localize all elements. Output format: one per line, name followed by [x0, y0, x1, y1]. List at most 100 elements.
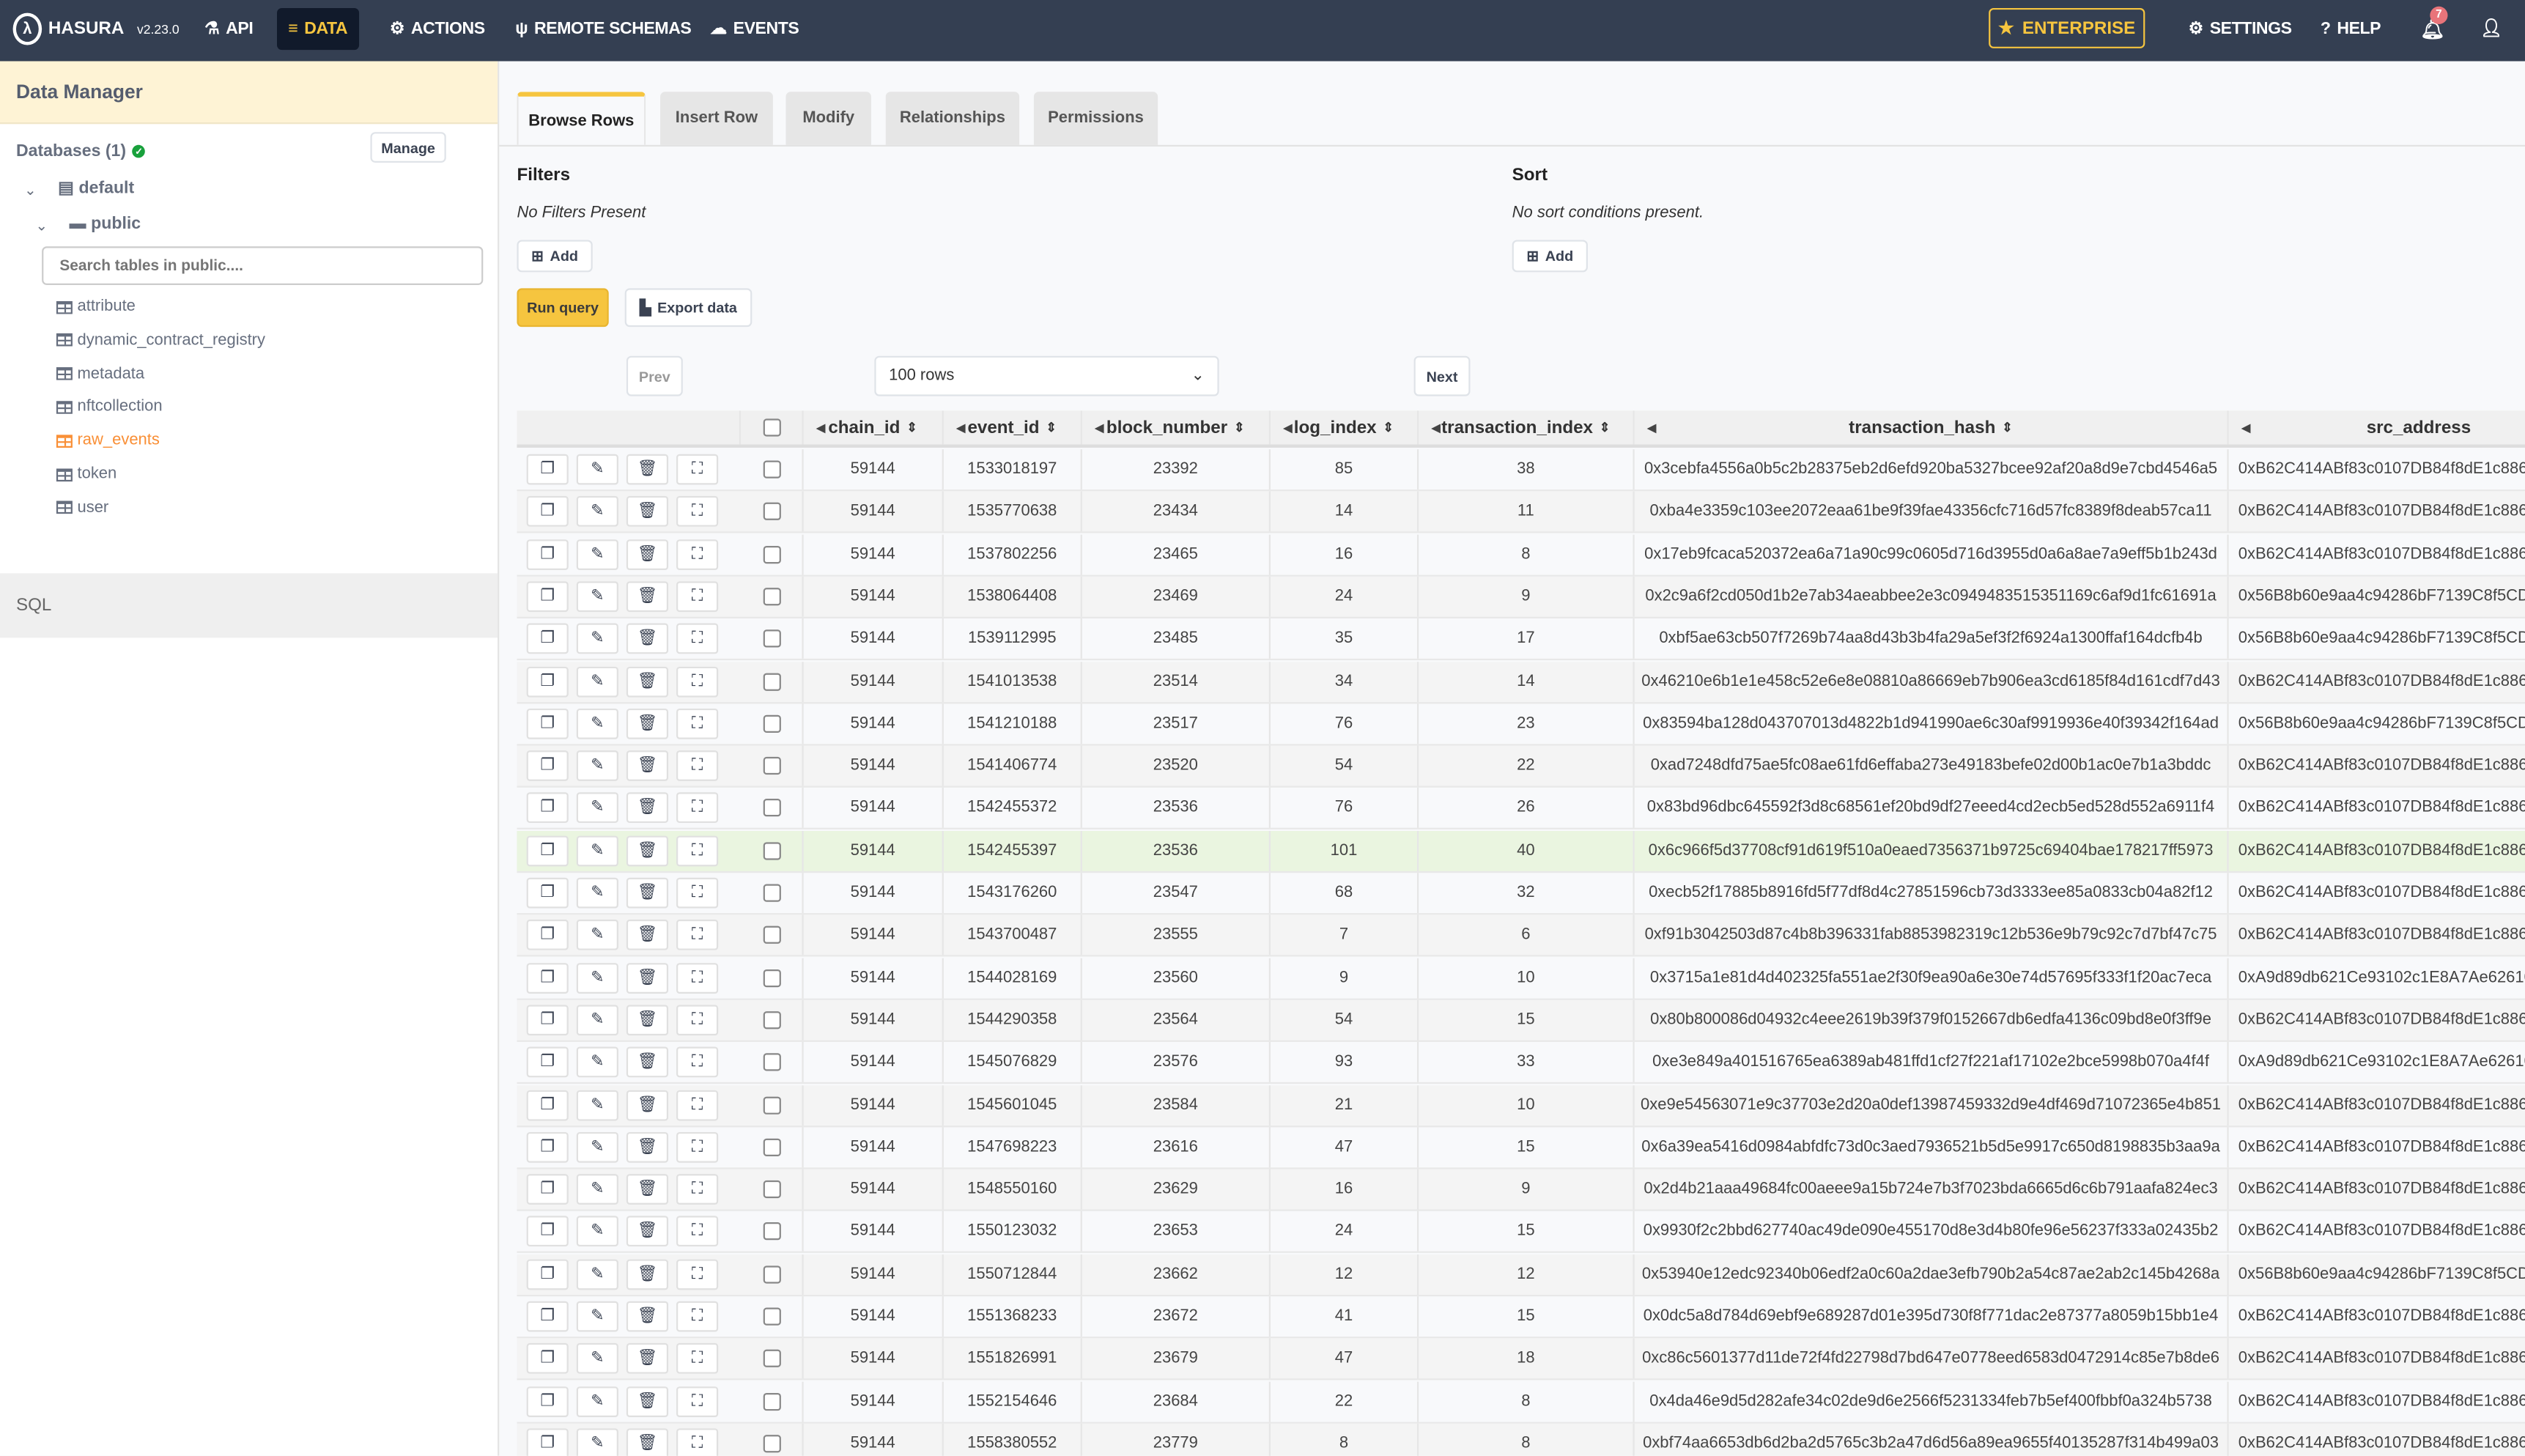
cell-event-id[interactable]: 1551826991 [944, 1338, 1082, 1379]
delete-row-icon[interactable]: 🗑︎ [626, 1005, 669, 1035]
cell-event-id[interactable]: 1541406774 [944, 745, 1082, 786]
cell-block-number[interactable]: 23517 [1082, 703, 1271, 744]
cell-event-id[interactable]: 1545601045 [944, 1084, 1082, 1126]
cell-block-number[interactable]: 23520 [1082, 745, 1271, 786]
clone-row-icon[interactable]: ❐ [526, 1343, 569, 1375]
nav-remote-schemas[interactable]: ψ REMOTE SCHEMAS [504, 8, 703, 50]
edit-row-icon[interactable]: ✎ [576, 962, 618, 994]
row-checkbox[interactable] [762, 1138, 780, 1156]
cell-transaction-hash[interactable]: 0x6c966f5d37708cf91d619f510a0eaed7356371… [1635, 830, 2229, 871]
cell-src-address[interactable]: 0xB62C414ABf83c0107DB84f8dE1c8863 [2229, 1000, 2525, 1041]
cell-log-index[interactable]: 14 [1271, 491, 1419, 532]
cell-block-number[interactable]: 23616 [1082, 1126, 1271, 1167]
delete-row-icon[interactable]: 🗑︎ [626, 581, 669, 612]
cell-block-number[interactable]: 23653 [1082, 1211, 1271, 1252]
edit-row-icon[interactable]: ✎ [576, 496, 618, 528]
cell-transaction-hash[interactable]: 0x3715a1e81d4d402325fa551ae2f30f9ea90a6e… [1635, 957, 2229, 998]
cell-transaction-index[interactable]: 23 [1419, 703, 1635, 744]
cell-transaction-index[interactable]: 6 [1419, 914, 1635, 956]
nav-data[interactable]: ≡ DATA [277, 7, 359, 51]
table-row[interactable]: ❐ ✎ 🗑︎ ⛶ 59144 1542455372 23536 76 26 0x83bd96dbc… [517, 788, 2525, 830]
table-row[interactable]: ❐ ✎ 🗑︎ ⛶ 59144 1544290358 23564 54 15 0x80b800086… [517, 999, 2525, 1042]
table-row[interactable]: ❐ ✎ 🗑︎ ⛶ 59144 1545076829 23576 93 33 0xe3e849a40… [517, 1042, 2525, 1084]
collapse-column-icon[interactable]: ◀ [1432, 421, 1441, 434]
table-row[interactable]: ❐ ✎ 🗑︎ ⛶ 59144 1550712844 23662 12 12 0x53940e12e… [517, 1254, 2525, 1296]
cell-block-number[interactable]: 23779 [1082, 1423, 1271, 1456]
column-header-event-id[interactable]: ◀ event_id ⇕ [944, 410, 1082, 445]
cell-transaction-index[interactable]: 40 [1419, 830, 1635, 871]
cell-chain-id[interactable]: 59144 [804, 830, 944, 871]
cell-src-address[interactable]: 0xB62C414ABf83c0107DB84f8dE1c8863 [2229, 1127, 2525, 1167]
cell-event-id[interactable]: 1550712844 [944, 1254, 1082, 1295]
expand-row-icon[interactable]: ⛶ [676, 1174, 719, 1205]
cell-log-index[interactable]: 101 [1271, 830, 1419, 871]
cell-transaction-hash[interactable]: 0x83594ba128d043707013d4822b1d941990ae6c… [1635, 703, 2229, 744]
row-checkbox[interactable] [762, 1180, 780, 1199]
table-row[interactable]: ❐ ✎ 🗑︎ ⛶ 59144 1541406774 23520 54 22 0xad7248dfd… [517, 745, 2525, 788]
cell-log-index[interactable]: 16 [1271, 533, 1419, 574]
delete-row-icon[interactable]: 🗑︎ [626, 665, 669, 697]
cell-block-number[interactable]: 23465 [1082, 533, 1271, 574]
cell-event-id[interactable]: 1544290358 [944, 999, 1082, 1041]
delete-row-icon[interactable]: 🗑︎ [626, 920, 669, 951]
expand-row-icon[interactable]: ⛶ [676, 708, 719, 739]
edit-row-icon[interactable]: ✎ [576, 1089, 618, 1120]
edit-row-icon[interactable]: ✎ [576, 1428, 618, 1456]
expand-row-icon[interactable]: ⛶ [676, 750, 719, 782]
cell-block-number[interactable]: 23536 [1082, 830, 1271, 871]
cell-transaction-hash[interactable]: 0x2d4b21aaa49684fc00aeee9a15b724e7b3f702… [1635, 1169, 2229, 1210]
column-header-src-address[interactable]: ◀ src_address [2229, 410, 2525, 444]
collapse-column-icon[interactable]: ◀ [2241, 421, 2250, 434]
clone-row-icon[interactable]: ❐ [526, 1386, 569, 1417]
row-select[interactable] [741, 703, 804, 744]
cell-log-index[interactable]: 24 [1271, 1211, 1419, 1252]
edit-row-icon[interactable]: ✎ [576, 1046, 618, 1078]
row-checkbox[interactable] [762, 926, 780, 945]
cell-chain-id[interactable]: 59144 [804, 661, 944, 702]
cell-transaction-index[interactable]: 15 [1419, 999, 1635, 1041]
cell-transaction-hash[interactable]: 0xc86c5601377d11de72f4fd22798d7bd647e077… [1635, 1338, 2229, 1379]
sort-icon[interactable]: ⇕ [2002, 421, 2013, 435]
cell-transaction-index[interactable]: 32 [1419, 873, 1635, 914]
edit-row-icon[interactable]: ✎ [576, 1216, 618, 1247]
cell-log-index[interactable]: 68 [1271, 873, 1419, 914]
row-select[interactable] [741, 914, 804, 956]
sidebar-table-token[interactable]: token [56, 465, 117, 483]
clone-row-icon[interactable]: ❐ [526, 1131, 569, 1163]
collapse-column-icon[interactable]: ◀ [1095, 421, 1103, 434]
cell-block-number[interactable]: 23536 [1082, 788, 1271, 829]
cell-block-number[interactable]: 23584 [1082, 1084, 1271, 1126]
cell-chain-id[interactable]: 59144 [804, 1126, 944, 1167]
cell-event-id[interactable]: 1542455397 [944, 830, 1082, 871]
delete-row-icon[interactable]: 🗑︎ [626, 496, 669, 528]
delete-row-icon[interactable]: 🗑︎ [626, 1343, 669, 1375]
cell-chain-id[interactable]: 59144 [804, 873, 944, 914]
cell-log-index[interactable]: 21 [1271, 1084, 1419, 1126]
cell-event-id[interactable]: 1552154646 [944, 1381, 1082, 1422]
row-select[interactable] [741, 1169, 804, 1210]
cell-transaction-hash[interactable]: 0x53940e12edc92340b06edf2a0c60a2dae3efb7… [1635, 1254, 2229, 1295]
cell-src-address[interactable]: 0xB62C414ABf83c0107DB84f8dE1c8863 [2229, 1212, 2525, 1252]
row-checkbox[interactable] [762, 799, 780, 818]
row-select[interactable] [741, 999, 804, 1041]
manage-button[interactable]: Manage [370, 132, 446, 163]
column-header-block-number[interactable]: ◀ block_number ⇕ [1082, 410, 1271, 445]
cell-log-index[interactable]: 54 [1271, 745, 1419, 786]
cell-event-id[interactable]: 1541013538 [944, 661, 1082, 702]
cell-src-address[interactable]: 0xB62C414ABf83c0107DB84f8dE1c8863 [2229, 492, 2525, 532]
row-checkbox[interactable] [762, 1095, 780, 1114]
enterprise-button[interactable]: ★ ENTERPRISE [1989, 7, 2145, 48]
cell-block-number[interactable]: 23547 [1082, 873, 1271, 914]
tree-schema-public[interactable]: ▬ public [70, 214, 141, 233]
cell-event-id[interactable]: 1542455372 [944, 788, 1082, 829]
row-select[interactable] [741, 1296, 804, 1337]
cell-transaction-index[interactable]: 17 [1419, 618, 1635, 659]
delete-row-icon[interactable]: 🗑︎ [626, 1089, 669, 1120]
cell-chain-id[interactable]: 59144 [804, 957, 944, 998]
cell-log-index[interactable]: 76 [1271, 788, 1419, 829]
expand-row-icon[interactable]: ⛶ [676, 1216, 719, 1247]
chevron-down-icon[interactable]: ⌄ [24, 182, 37, 199]
sort-icon[interactable]: ⇕ [1234, 421, 1245, 435]
nav-actions[interactable]: ⚙ ACTIONS [378, 8, 496, 50]
expand-row-icon[interactable]: ⛶ [676, 1131, 719, 1163]
